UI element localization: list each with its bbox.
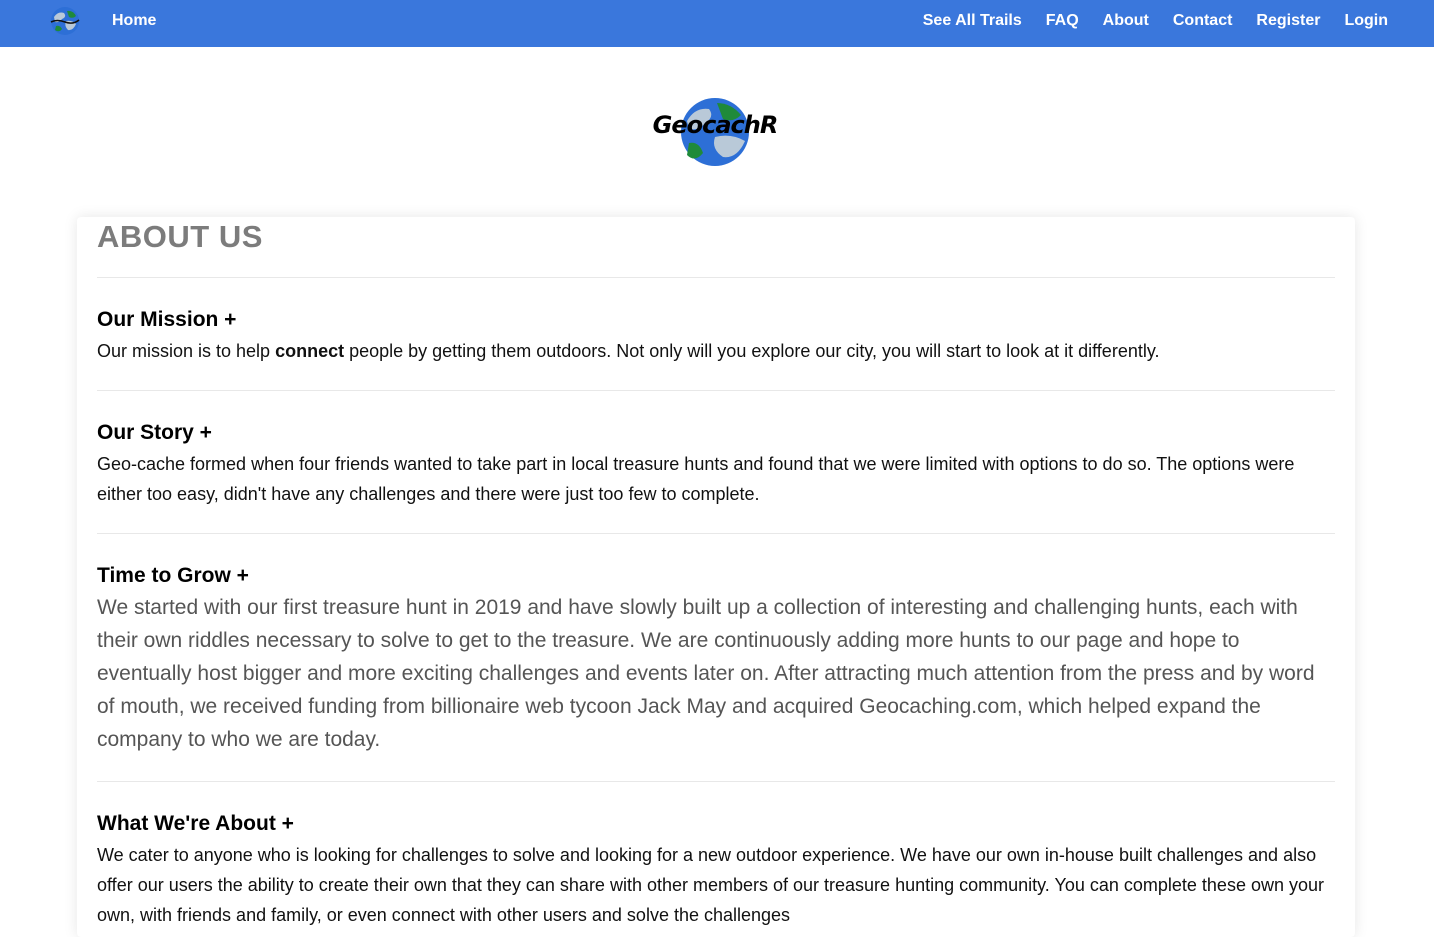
divider bbox=[97, 533, 1335, 534]
mission-text-bold: connect bbox=[275, 341, 345, 361]
section-mission: Our Mission + Our mission is to help con… bbox=[97, 307, 1335, 366]
nav-login-link[interactable]: Login bbox=[1344, 12, 1388, 30]
about-card: ABOUT US Our Mission + Our mission is to… bbox=[77, 217, 1355, 937]
section-body-about: We cater to anyone who is looking for ch… bbox=[97, 845, 1324, 925]
brand-wordmark: GeocachR bbox=[652, 111, 779, 139]
page-title: ABOUT US bbox=[97, 219, 263, 254]
nav-about-link[interactable]: About bbox=[1103, 12, 1149, 30]
nav-faq-link[interactable]: FAQ bbox=[1046, 12, 1079, 30]
section-heading-story[interactable]: Our Story + bbox=[97, 420, 1335, 446]
section-heading-about[interactable]: What We're About + bbox=[97, 811, 1335, 837]
section-story: Our Story + Geo-cache formed when four f… bbox=[97, 420, 1335, 509]
section-body-mission: Our mission is to help connect people by… bbox=[97, 336, 1335, 366]
mission-text-end: people by getting them outdoors. Not onl… bbox=[344, 341, 1160, 361]
section-heading-grow[interactable]: Time to Grow + bbox=[97, 563, 1335, 589]
nav-see-all-trails-link[interactable]: See All Trails bbox=[923, 12, 1022, 30]
nav-contact-link[interactable]: Contact bbox=[1173, 12, 1233, 30]
nav-register-link[interactable]: Register bbox=[1256, 12, 1320, 30]
top-navbar: Home See All Trails FAQ About Contact Re… bbox=[0, 0, 1434, 47]
brand-logo: GeocachR bbox=[645, 95, 785, 169]
section-body-story: Geo-cache formed when four friends wante… bbox=[97, 454, 1295, 504]
nav-home-link[interactable]: Home bbox=[112, 12, 156, 30]
section-body-grow: We started with our first treasure hunt … bbox=[97, 596, 1315, 751]
section-about: What We're About + We cater to anyone wh… bbox=[97, 811, 1335, 930]
globe-logo-icon[interactable] bbox=[49, 5, 81, 37]
divider bbox=[97, 277, 1335, 278]
mission-text-start: Our mission is to help bbox=[97, 341, 276, 361]
divider bbox=[97, 781, 1335, 782]
section-grow: Time to Grow + We started with our first… bbox=[97, 563, 1335, 756]
divider bbox=[97, 390, 1335, 391]
section-heading-mission[interactable]: Our Mission + bbox=[97, 307, 1335, 333]
nav-right-links: See All Trails FAQ About Contact Registe… bbox=[923, 12, 1388, 30]
